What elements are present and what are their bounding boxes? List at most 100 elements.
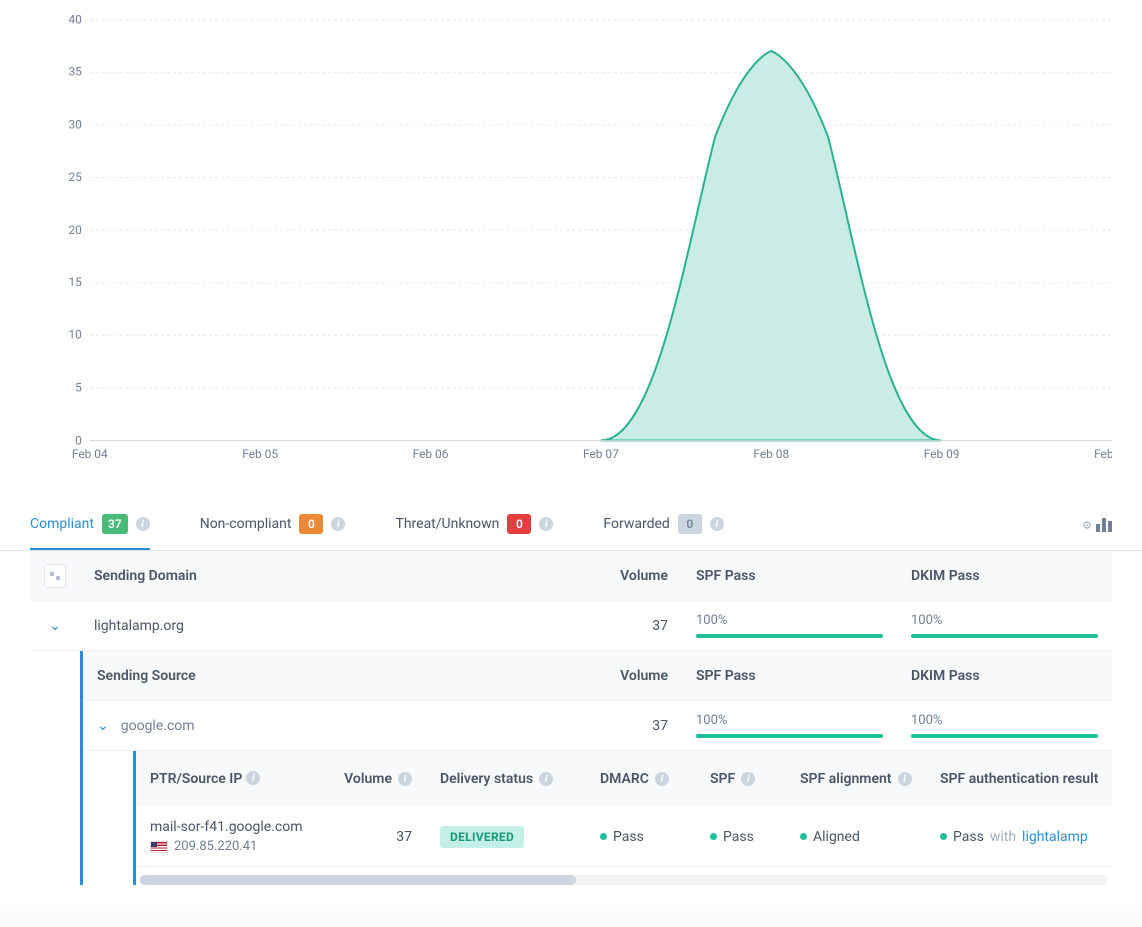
results-table: Sending Domain Volume SPF Pass DKIM Pass… — [0, 551, 1142, 905]
tabs-bar: Compliant 37 i Non-compliant 0 i Threat/… — [0, 500, 1142, 551]
svg-text:Feb 05: Feb 05 — [242, 447, 278, 460]
table-header: PTR/Source IPi Volumei Delivery statusi … — [136, 751, 1112, 807]
x-axis: Feb 04 Feb 05 Feb 06 Feb 07 Feb 08 Feb 0… — [72, 447, 1112, 460]
svg-text:Feb 07: Feb 07 — [583, 447, 619, 460]
info-icon[interactable]: i — [398, 772, 412, 786]
info-icon[interactable]: i — [710, 517, 724, 531]
tab-label: Threat/Unknown — [395, 516, 499, 532]
spf-alignment-cell: Aligned — [786, 817, 926, 857]
sending-domain-cell[interactable]: lightalamp.org — [80, 606, 522, 646]
svg-text:Feb 04: Feb 04 — [72, 447, 108, 460]
volume-cell: 37 — [522, 706, 682, 746]
horizontal-scrollbar[interactable] — [140, 875, 1108, 885]
status-dot-icon — [710, 833, 717, 840]
tab-label: Forwarded — [603, 516, 669, 532]
table-row: ⌄ lightalamp.org 37 100% 100% — [30, 601, 1112, 651]
col-dmarc[interactable]: DMARCi — [586, 759, 696, 799]
volume-chart: 40 35 30 25 20 15 10 5 0 Feb 04 Feb 05 F… — [0, 0, 1142, 480]
table-header: Sending Source Volume SPF Pass DKIM Pass — [83, 651, 1112, 701]
volume-cell: 37 — [522, 606, 682, 646]
tab-count-badge: 0 — [299, 514, 323, 534]
us-flag-icon — [150, 841, 168, 853]
progress-bar — [696, 734, 883, 738]
col-volume[interactable]: Volume — [522, 656, 682, 696]
col-dkim-pass[interactable]: DKIM Pass — [897, 656, 1112, 696]
collapse-all-button[interactable] — [44, 564, 66, 588]
col-delivery[interactable]: Delivery statusi — [426, 759, 586, 799]
tab-label: Non-compliant — [200, 516, 292, 532]
status-dot-icon — [800, 833, 807, 840]
col-spf-pass[interactable]: SPF Pass — [682, 556, 897, 596]
y-axis: 40 35 30 25 20 15 10 5 0 — [68, 13, 1112, 448]
svg-text:15: 15 — [68, 275, 82, 289]
info-icon[interactable]: i — [655, 772, 669, 786]
table-header: Sending Domain Volume SPF Pass DKIM Pass — [30, 551, 1112, 601]
volume-cell: 37 — [326, 817, 426, 857]
dkim-pass-cell: 100% — [897, 601, 1112, 650]
svg-text:40: 40 — [68, 13, 81, 27]
col-volume[interactable]: Volumei — [326, 759, 426, 799]
ptr-cell: mail-sor-f41.google.com 209.85.220.41 — [136, 807, 326, 866]
info-icon[interactable]: i — [331, 517, 345, 531]
spf-pass-cell: 100% — [682, 701, 897, 750]
svg-text:Feb 09: Feb 09 — [924, 447, 960, 460]
svg-text:10: 10 — [68, 328, 81, 342]
svg-text:35: 35 — [68, 65, 82, 79]
col-dkim-pass[interactable]: DKIM Pass — [897, 556, 1112, 596]
delivered-badge: DELIVERED — [440, 826, 524, 848]
spf-pass-cell: 100% — [682, 601, 897, 650]
info-icon[interactable]: i — [898, 772, 912, 786]
tab-threat[interactable]: Threat/Unknown 0 i — [395, 500, 553, 550]
info-icon[interactable]: i — [246, 771, 260, 785]
collapse-icon — [49, 570, 61, 582]
tab-compliant[interactable]: Compliant 37 i — [30, 500, 150, 550]
info-icon[interactable]: i — [136, 517, 150, 531]
svg-text:Feb 08: Feb 08 — [753, 447, 789, 460]
column-settings-button[interactable]: ⚙ — [1082, 518, 1112, 532]
col-volume[interactable]: Volume — [522, 556, 682, 596]
col-spf[interactable]: SPFi — [696, 759, 786, 799]
status-dot-icon — [940, 833, 947, 840]
col-sending-source[interactable]: Sending Source — [83, 656, 522, 696]
table-row: ⌄ google.com 37 100% 100% — [83, 701, 1112, 751]
dmarc-cell: Pass — [586, 817, 696, 857]
tab-noncompliant[interactable]: Non-compliant 0 i — [200, 500, 346, 550]
ip-detail-table: PTR/Source IPi Volumei Delivery statusi … — [133, 751, 1112, 885]
svg-text:30: 30 — [68, 117, 81, 131]
spf-auth-cell: Pass with lightalamp — [926, 817, 1112, 857]
col-ptr[interactable]: PTR/Source IPi — [136, 759, 326, 799]
svg-text:Feb 10: Feb 10 — [1094, 447, 1112, 460]
col-spf-auth[interactable]: SPF authentication result — [926, 759, 1112, 799]
ip-address: 209.85.220.41 — [174, 839, 257, 854]
col-spf-pass[interactable]: SPF Pass — [682, 656, 897, 696]
chevron-down-icon[interactable]: ⌄ — [49, 618, 61, 634]
tab-forwarded[interactable]: Forwarded 0 i — [603, 500, 723, 550]
progress-bar — [696, 634, 883, 638]
tab-label: Compliant — [30, 516, 94, 532]
svg-text:0: 0 — [75, 433, 82, 447]
spf-cell: Pass — [696, 817, 786, 857]
svg-text:Feb 06: Feb 06 — [413, 447, 449, 460]
chart-area-series — [601, 51, 941, 440]
svg-text:20: 20 — [68, 223, 81, 237]
tab-count-badge: 37 — [102, 514, 128, 534]
table-row: mail-sor-f41.google.com 209.85.220.41 37… — [136, 807, 1112, 867]
delivery-cell: DELIVERED — [426, 814, 586, 860]
chevron-down-icon[interactable]: ⌄ — [97, 718, 109, 734]
info-icon[interactable]: i — [539, 772, 553, 786]
status-dot-icon — [600, 833, 607, 840]
progress-bar — [911, 734, 1098, 738]
gear-icon: ⚙ — [1082, 519, 1092, 532]
info-icon[interactable]: i — [539, 517, 553, 531]
tab-count-badge: 0 — [678, 514, 702, 534]
info-icon[interactable]: i — [741, 772, 755, 786]
svg-text:5: 5 — [75, 381, 82, 395]
svg-text:25: 25 — [68, 170, 82, 184]
tab-count-badge: 0 — [507, 514, 531, 534]
col-spf-alignment[interactable]: SPF alignmenti — [786, 759, 926, 799]
col-sending-domain[interactable]: Sending Domain — [80, 556, 522, 596]
sending-source-cell[interactable]: google.com — [121, 718, 195, 734]
dkim-pass-cell: 100% — [897, 701, 1112, 750]
auth-domain-link[interactable]: lightalamp — [1022, 829, 1088, 845]
progress-bar — [911, 634, 1098, 638]
